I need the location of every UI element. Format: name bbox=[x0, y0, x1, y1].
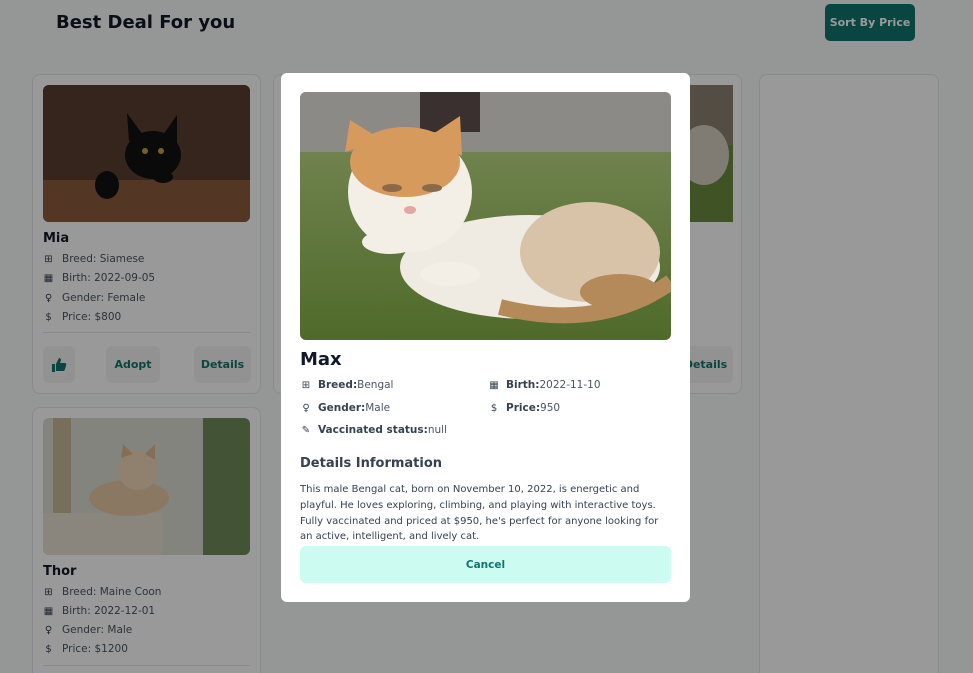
details-heading: Details Information bbox=[300, 456, 443, 471]
grid-icon: ⊞ bbox=[301, 379, 311, 391]
modal-pet-name: Max bbox=[300, 349, 342, 370]
birth-label: Birth: bbox=[506, 379, 540, 391]
modal-gender-row: ♀ Gender: Male bbox=[300, 402, 390, 414]
gender-label: Gender: bbox=[318, 402, 366, 414]
modal-price-row: $ Price: 950 bbox=[488, 402, 560, 414]
birth-value: 2022-11-10 bbox=[539, 379, 601, 391]
modal-vaccinated-row: ✎ Vaccinated status: null bbox=[300, 424, 447, 436]
dollar-icon: $ bbox=[490, 402, 498, 414]
price-label: Price: bbox=[506, 402, 541, 414]
breed-label: Breed: bbox=[318, 379, 358, 391]
details-text: This male Bengal cat, born on November 1… bbox=[300, 484, 659, 543]
modal-breed-row: ⊞ Breed: Bengal bbox=[300, 379, 394, 391]
gender-value: Male bbox=[365, 402, 391, 414]
vaccinated-label: Vaccinated status: bbox=[318, 424, 428, 436]
pet-image-max bbox=[300, 92, 671, 340]
breed-value: Bengal bbox=[357, 379, 394, 391]
calendar-icon: ▦ bbox=[489, 379, 499, 391]
cancel-button[interactable]: Cancel bbox=[300, 546, 671, 583]
syringe-icon: ✎ bbox=[301, 424, 311, 436]
pet-details-modal: Max ⊞ Breed: Bengal ▦ Birth: 2022-11-10 ♀ … bbox=[281, 73, 690, 602]
price-value: 950 bbox=[540, 402, 561, 414]
gender-icon: ♀ bbox=[302, 402, 310, 414]
modal-birth-row: ▦ Birth: 2022-11-10 bbox=[488, 379, 601, 391]
vaccinated-value: null bbox=[427, 424, 448, 436]
